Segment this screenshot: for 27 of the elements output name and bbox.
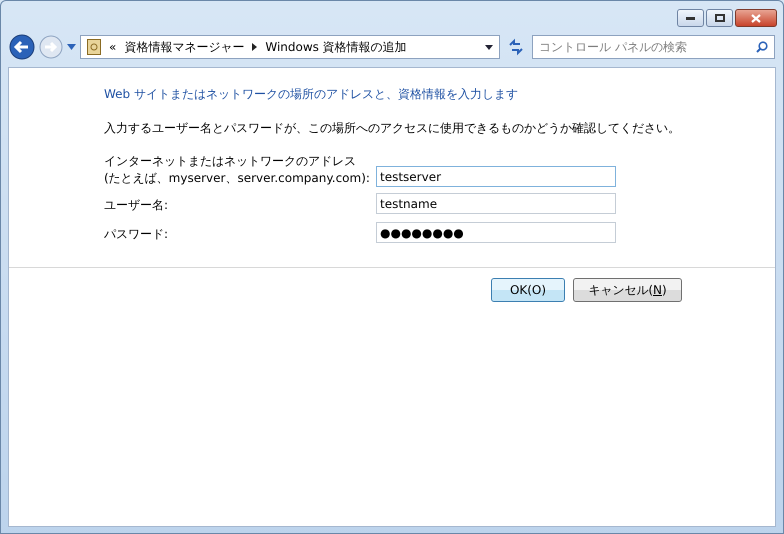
close-button[interactable] xyxy=(735,9,777,27)
maximize-button[interactable] xyxy=(706,9,733,27)
field-label: ユーザー名: xyxy=(104,197,170,214)
history-dropdown-icon[interactable] xyxy=(67,44,76,50)
breadcrumb-separator-icon[interactable] xyxy=(252,43,258,51)
search-icon[interactable] xyxy=(756,41,768,53)
ok-button[interactable]: OK(O) xyxy=(491,278,565,302)
field-label: パスワード: xyxy=(104,226,170,243)
back-button[interactable] xyxy=(9,34,35,60)
instruction-text: 入力するユーザー名とパスワードが、この場所へのアクセスに使用できるものかどうか確認してください。 xyxy=(104,120,681,137)
field-label: インターネットまたはネットワークのアドレス (たとえば、myserver、server.company.com): xyxy=(104,153,371,187)
dropdown-icon[interactable] xyxy=(485,44,493,50)
input-field[interactable]: ●●●●●●●● xyxy=(376,222,616,243)
breadcrumb-item[interactable]: Windows 資格情報の追加 xyxy=(265,38,407,56)
input-field[interactable]: testserver xyxy=(376,166,616,187)
search-field[interactable]: コントロール パネルの検索 xyxy=(532,35,775,59)
address-bar[interactable]: « 資格情報マネージャー Windows 資格情報の追加 xyxy=(80,35,500,59)
page-heading: Web サイトまたはネットワークの場所のアドレスと、資格情報を入力します xyxy=(104,86,519,103)
close-icon xyxy=(751,14,761,22)
breadcrumb-item[interactable]: 資格情報マネージャー xyxy=(124,38,244,56)
minimize-icon xyxy=(686,16,695,20)
cancel-button[interactable]: キャンセル(N) xyxy=(573,278,682,302)
maximize-icon xyxy=(714,14,724,22)
input-field[interactable]: testname xyxy=(376,193,616,214)
control-panel-icon xyxy=(87,39,101,55)
minimize-button[interactable] xyxy=(677,9,704,27)
breadcrumb-overflow[interactable]: « xyxy=(109,38,116,56)
